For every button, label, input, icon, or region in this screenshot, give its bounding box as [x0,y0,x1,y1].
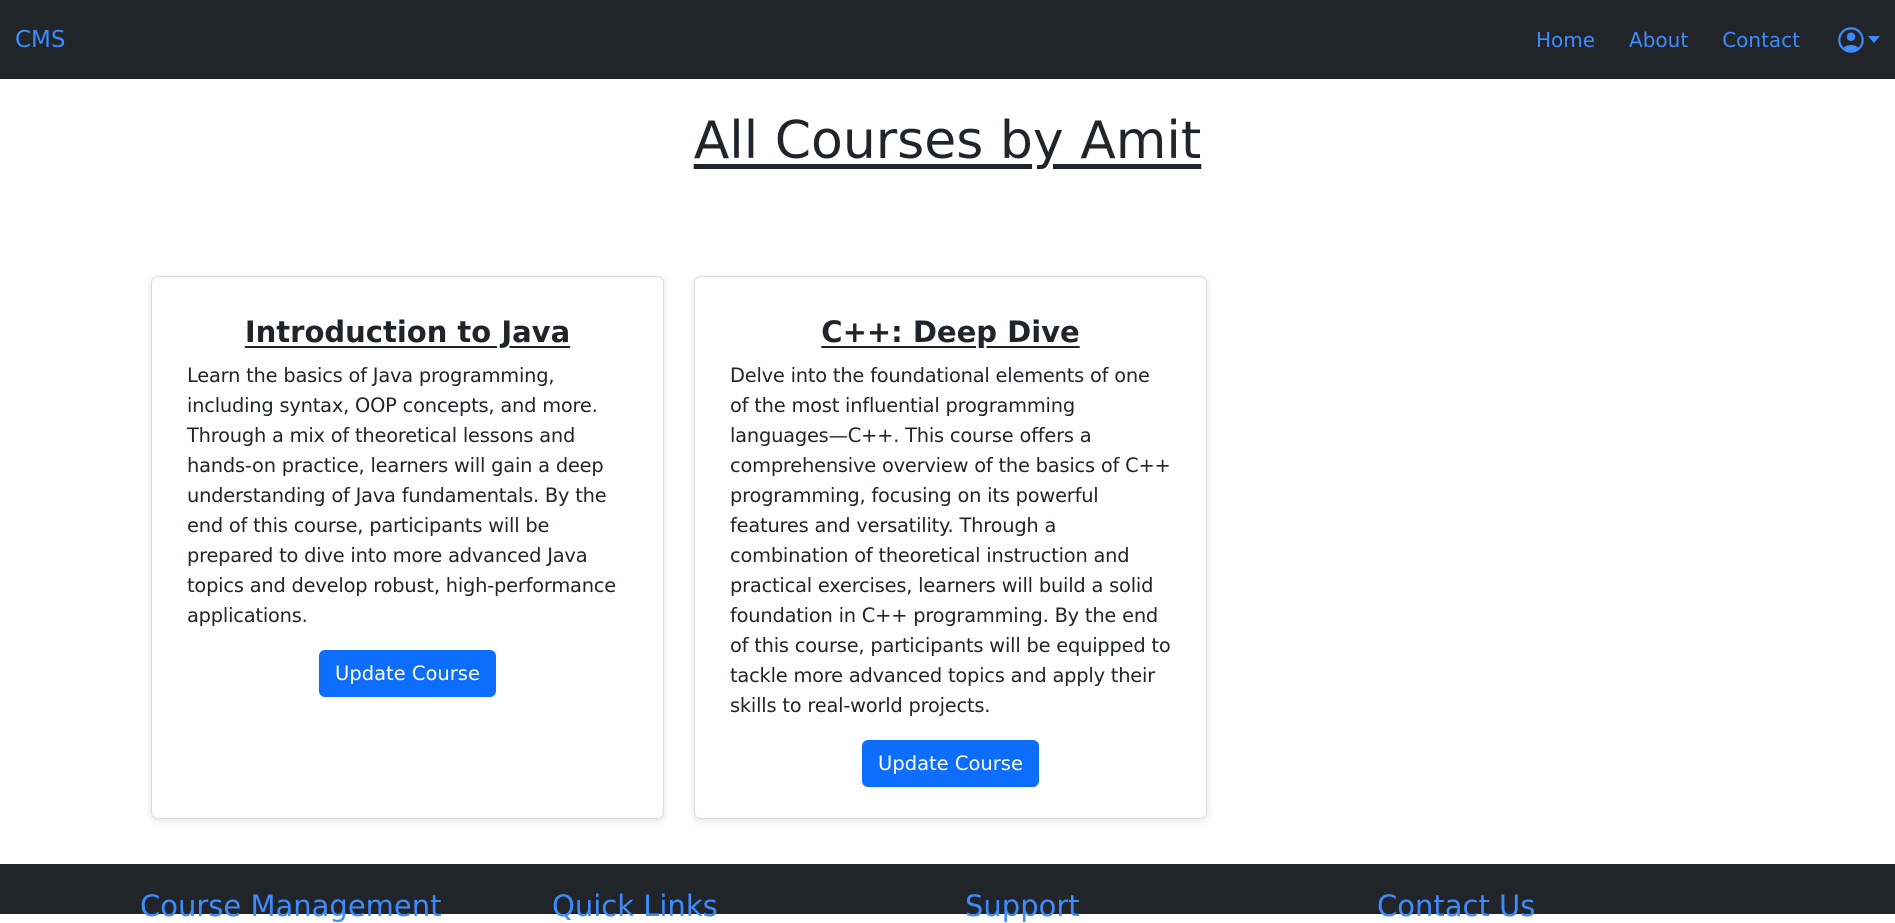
update-course-button[interactable]: Update Course [319,650,496,697]
brand-link[interactable]: CMS [15,27,66,53]
nav-link-contact[interactable]: Contact [1722,28,1800,52]
footer-heading-support: Support [965,889,1080,923]
update-course-button[interactable]: Update Course [862,740,1039,787]
footer-heading-quick-links: Quick Links [552,889,718,923]
course-title: Introduction to Java [244,315,571,349]
footer-heading-contact-us: Contact Us [1377,889,1536,923]
course-description: Learn the basics of Java programming, in… [187,364,616,627]
page-title: All Courses by Amit [693,111,1202,171]
nav-links: Home About Contact [1502,26,1880,53]
course-card: C++: Deep Dive Delve into the foundation… [694,276,1207,819]
navbar: CMS Home About Contact [0,0,1895,79]
course-title: C++: Deep Dive [821,315,1080,349]
course-description: Delve into the foundational elements of … [730,364,1171,717]
caret-down-icon [1868,36,1880,43]
user-circle-icon [1838,26,1864,53]
footer: Course Management Quick Links Support Co… [0,864,1895,923]
nav-link-home[interactable]: Home [1536,28,1595,52]
footer-heading-course-management: Course Management [140,889,442,923]
user-menu-toggle[interactable] [1838,26,1880,53]
course-card: Introduction to Java Learn the basics of… [151,276,664,819]
nav-link-about[interactable]: About [1629,28,1688,52]
